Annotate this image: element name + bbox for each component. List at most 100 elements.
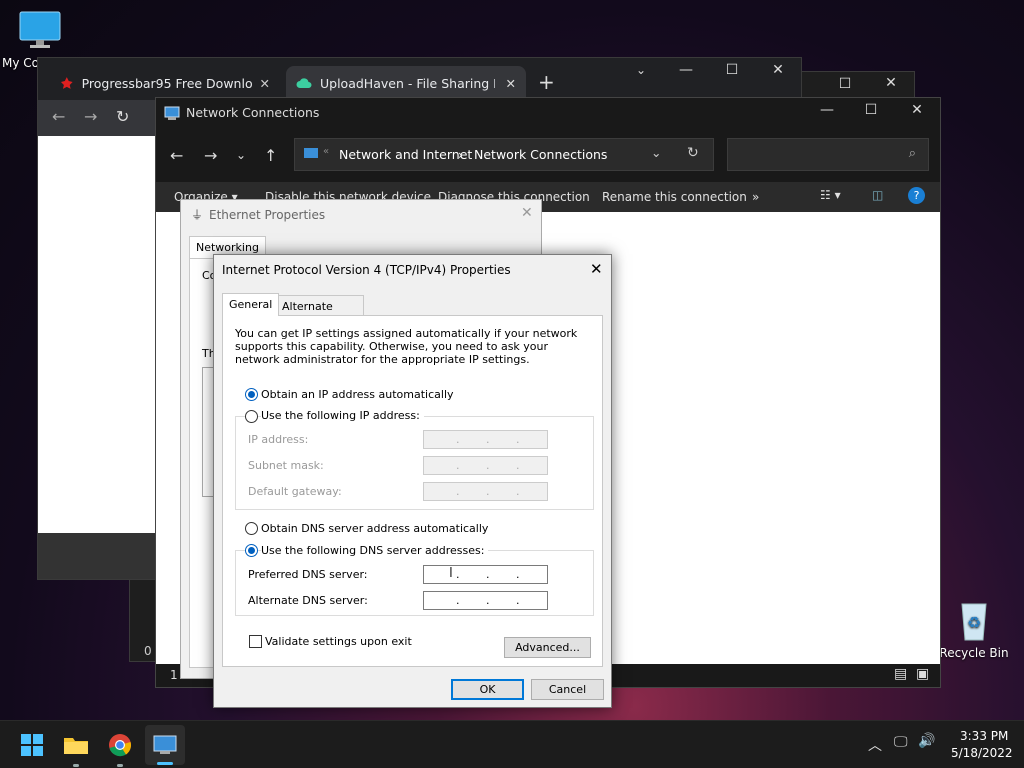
- tab-general[interactable]: General: [222, 293, 280, 316]
- recycle-bin-desktop-icon[interactable]: ♻ Recycle Bin: [934, 598, 1014, 660]
- tiles-view-icon[interactable]: ▣: [916, 666, 929, 682]
- preferred-dns-label: Preferred DNS server:: [248, 568, 368, 581]
- running-indicator: [73, 764, 79, 767]
- search-box[interactable]: ⌕: [727, 138, 929, 171]
- clock-date[interactable]: 5/18/2022: [951, 746, 1013, 760]
- rename-button[interactable]: Rename this connection: [602, 190, 747, 204]
- chrome-page-content: [38, 136, 158, 533]
- forward-icon[interactable]: →: [84, 107, 97, 126]
- start-button[interactable]: [16, 729, 48, 761]
- recycle-bin-label: Recycle Bin: [939, 646, 1009, 660]
- taskbar: ︿ 🖵 🔊 3:33 PM 5/18/2022: [0, 720, 1024, 768]
- use-ip-radio[interactable]: [245, 410, 258, 423]
- view-options-icon[interactable]: ☷ ▾: [820, 188, 841, 202]
- ip-address-label: IP address:: [248, 433, 309, 446]
- svg-text:♻: ♻: [967, 613, 981, 632]
- control-panel-taskbar-button[interactable]: [145, 725, 185, 765]
- recent-dropdown-icon[interactable]: ⌄: [236, 148, 246, 162]
- network-connections-taskbar-icon: [153, 735, 177, 754]
- folder-icon: [64, 738, 88, 754]
- use-dns-label[interactable]: Use the following DNS server addresses:: [261, 544, 489, 557]
- subnet-mask-input[interactable]: ...: [423, 456, 548, 475]
- obtain-dns-auto-label[interactable]: Obtain DNS server address automatically: [261, 522, 488, 535]
- chrome-minimize-icon[interactable]: —: [671, 62, 701, 78]
- chrome-tab-uploadhaven[interactable]: UploadHaven - File Sharing Mad ✕: [286, 66, 526, 100]
- preview-pane-icon[interactable]: ◫: [872, 188, 883, 202]
- tab-close-icon[interactable]: ✕: [506, 76, 516, 91]
- advanced-button[interactable]: Advanced...: [504, 637, 591, 658]
- use-ip-label[interactable]: Use the following IP address:: [261, 409, 424, 422]
- cloud-favicon-icon: [296, 78, 312, 88]
- explorer-title: Network Connections: [186, 105, 320, 120]
- refresh-icon[interactable]: ↻: [687, 145, 699, 161]
- alternate-dns-label: Alternate DNS server:: [248, 594, 368, 607]
- tab-alternate-configuration[interactable]: Alternate Configuration: [275, 295, 364, 326]
- default-gateway-label: Default gateway:: [248, 485, 342, 498]
- address-dropdown-icon[interactable]: ⌄: [651, 145, 661, 160]
- progressbar-favicon-icon: [60, 77, 73, 89]
- explorer-forward-icon[interactable]: →: [204, 146, 217, 165]
- use-dns-radio[interactable]: [245, 544, 258, 557]
- bg-close-icon[interactable]: ✕: [876, 75, 906, 91]
- chrome-maximize-icon[interactable]: ☐: [717, 62, 747, 78]
- search-icon: ⌕: [908, 146, 916, 161]
- back-icon[interactable]: ←: [52, 107, 65, 126]
- chrome-close-icon[interactable]: ✕: [763, 62, 793, 78]
- obtain-dns-auto-radio[interactable]: [245, 522, 258, 535]
- more-commands-button[interactable]: »: [752, 190, 759, 204]
- validate-checkbox[interactable]: [249, 635, 262, 648]
- windows-logo-icon: [21, 734, 43, 756]
- up-icon[interactable]: ↑: [264, 146, 277, 165]
- control-panel-icon: [304, 148, 318, 158]
- chrome-tab-progressbar[interactable]: Progressbar95 Free Download (w ✕: [50, 66, 280, 100]
- obtain-ip-auto-label[interactable]: Obtain an IP address automatically: [261, 388, 454, 401]
- monitor-icon: [19, 11, 61, 48]
- address-bar[interactable]: « Network and Internet › Network Connect…: [294, 138, 714, 171]
- network-connections-icon: [164, 106, 180, 120]
- explorer-close-icon[interactable]: ✕: [902, 102, 932, 118]
- new-tab-button[interactable]: +: [538, 70, 555, 94]
- chrome-taskbar-button[interactable]: [104, 729, 136, 767]
- file-explorer-taskbar-button[interactable]: [60, 729, 92, 767]
- ipv4-properties-dialog: Internet Protocol Version 4 (TCP/IPv4) P…: [213, 254, 612, 708]
- cancel-button[interactable]: Cancel: [531, 679, 604, 700]
- bg-status-fragment: 0: [144, 644, 152, 658]
- default-gateway-input[interactable]: ...: [423, 482, 548, 501]
- ethernet-icon: ⏚: [191, 208, 204, 222]
- show-hidden-icons-icon[interactable]: ︿: [868, 735, 882, 755]
- network-status-icon[interactable]: 🖵: [894, 734, 908, 750]
- breadcrumb-sep-icon: «: [323, 146, 330, 157]
- ok-button[interactable]: OK: [451, 679, 524, 700]
- clock-time[interactable]: 3:33 PM: [960, 729, 1008, 743]
- recycle-bin-icon: ♻: [961, 603, 987, 641]
- explorer-back-icon[interactable]: ←: [170, 146, 183, 165]
- reload-icon[interactable]: ↻: [116, 107, 129, 126]
- explorer-maximize-icon[interactable]: ☐: [856, 102, 886, 118]
- ethernet-props-title: Ethernet Properties: [209, 208, 326, 222]
- chrome-tab-label: Progressbar95 Free Download (w: [81, 75, 252, 91]
- ethernet-close-icon[interactable]: ✕: [521, 205, 533, 221]
- text-cursor-icon: I: [449, 566, 453, 581]
- details-view-icon[interactable]: ▤: [894, 666, 907, 682]
- tab-close-icon[interactable]: ✕: [260, 76, 270, 91]
- dialog-title: Internet Protocol Version 4 (TCP/IPv4) P…: [222, 263, 511, 277]
- ip-address-input[interactable]: ...: [423, 430, 548, 449]
- chrome-icon: [109, 734, 132, 757]
- volume-icon[interactable]: 🔊: [918, 733, 935, 749]
- validate-label[interactable]: Validate settings upon exit: [265, 635, 412, 648]
- running-indicator: [117, 764, 123, 767]
- preferred-dns-input[interactable]: ... I: [423, 565, 548, 584]
- help-icon[interactable]: ?: [908, 187, 925, 204]
- dialog-close-icon[interactable]: ✕: [590, 260, 603, 278]
- alternate-dns-input[interactable]: ...: [423, 591, 548, 610]
- breadcrumb-chevron-icon: ›: [458, 147, 463, 162]
- obtain-ip-auto-radio[interactable]: [245, 388, 258, 401]
- active-indicator: [157, 762, 173, 765]
- breadcrumb-network-internet[interactable]: Network and Internet: [339, 147, 472, 162]
- bg-maximize-icon[interactable]: ☐: [830, 76, 860, 92]
- chrome-page-footer: [38, 533, 158, 579]
- explorer-minimize-icon[interactable]: —: [812, 102, 842, 118]
- breadcrumb-network-connections[interactable]: Network Connections: [474, 147, 607, 162]
- chrome-tab-label: UploadHaven - File Sharing Mad: [320, 75, 495, 91]
- chrome-tabsearch-icon[interactable]: ⌄: [626, 63, 656, 77]
